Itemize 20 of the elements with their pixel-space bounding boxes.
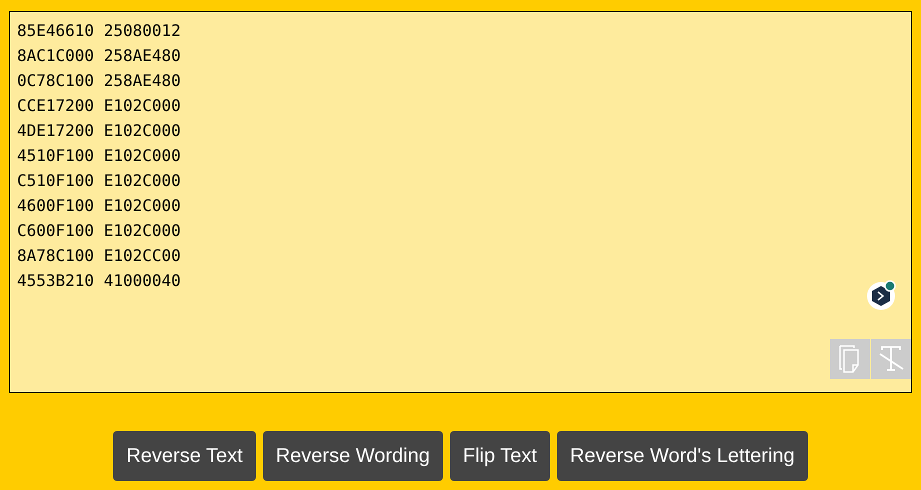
action-button[interactable]: Reverse Wording bbox=[262, 431, 443, 481]
text-line: C510F100 E102C000 bbox=[17, 170, 181, 192]
extension-badge-icon[interactable] bbox=[866, 279, 898, 311]
copy-button[interactable] bbox=[830, 339, 870, 379]
text-line: 85E46610 25080012 bbox=[17, 20, 181, 42]
text-line: C600F100 E102C000 bbox=[17, 220, 181, 242]
text-line: CCE17200 E102C000 bbox=[17, 95, 181, 117]
text-line: 0C78C100 258AE480 bbox=[17, 70, 181, 92]
text-line: 4DE17200 E102C000 bbox=[17, 120, 181, 142]
action-button[interactable]: Reverse Word's Lettering bbox=[556, 431, 808, 481]
text-line: 4510F100 E102C000 bbox=[17, 145, 181, 167]
text-line: 4553B210 41000040 bbox=[17, 270, 181, 292]
action-button[interactable]: Flip Text bbox=[450, 431, 550, 481]
clear-format-icon bbox=[877, 344, 905, 374]
text-line: 8AC1C000 258AE480 bbox=[17, 45, 181, 67]
text-line: 8A78C100 E102CC00 bbox=[17, 245, 181, 267]
text-line: 4600F100 E102C000 bbox=[17, 195, 181, 217]
text-area[interactable]: 85E46610 25080012 8AC1C000 258AE480 0C78C100 258AE480 CCE17200 E102C000 4DE17200 E102C000 4510F100 E102C000 C510F100 E102C000 4600F100 E102C000 C600F100 E102C000 8A78C100 E102CC00 4553B210 41000040 bbox=[9, 11, 912, 393]
clear-format-button[interactable] bbox=[871, 339, 911, 379]
action-button[interactable]: Reverse Text bbox=[113, 431, 256, 481]
